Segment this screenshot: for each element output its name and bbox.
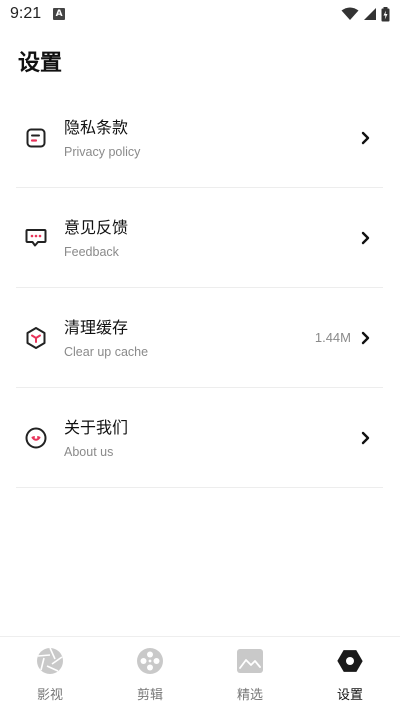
notification-badge: A: [53, 8, 66, 20]
row-subtitle: Feedback: [64, 244, 119, 259]
nav-label: 设置: [336, 688, 363, 703]
chevron-right-icon: [361, 231, 370, 244]
settings-row-feedback[interactable]: 意见反馈 Feedback: [16, 188, 383, 288]
row-title: 隐私条款: [64, 117, 129, 137]
settings-row-privacy[interactable]: 隐私条款 Privacy policy: [16, 88, 383, 188]
cache-size-value: 1.44M: [314, 330, 351, 345]
row-title: 意见反馈: [64, 217, 129, 237]
status-bar: 9:21 A: [0, 0, 400, 28]
settings-row-about[interactable]: 关于我们 About us: [16, 388, 383, 488]
nav-label: 影视: [36, 688, 63, 703]
bottom-nav: 影视 剪辑 精选 设置: [0, 636, 400, 711]
hexagon-settings-icon: [336, 647, 364, 675]
page-title: 设置: [18, 51, 63, 76]
chevron-right-icon: [361, 331, 370, 344]
row-title: 关于我们: [64, 417, 129, 437]
row-subtitle: About us: [64, 444, 114, 459]
settings-row-clear-cache[interactable]: 清理缓存 Clear up cache 1.44M: [16, 288, 383, 388]
cube-icon: [20, 322, 52, 354]
chevron-right-icon: [361, 131, 370, 144]
status-icons: [341, 6, 390, 22]
nav-item-settings[interactable]: 设置: [300, 637, 400, 711]
settings-screen: 9:21 A 设置 隐私条款 Privacy policy 意见反馈 Feedb…: [0, 0, 400, 711]
row-subtitle: Clear up cache: [64, 344, 149, 359]
nav-label: 剪辑: [136, 688, 163, 703]
wifi-icon: [341, 7, 359, 20]
document-icon: [20, 122, 52, 154]
image-icon: [236, 647, 264, 675]
nav-item-edit[interactable]: 剪辑: [100, 637, 200, 711]
film-reel-icon: [136, 647, 164, 675]
nav-item-movies[interactable]: 影视: [0, 637, 100, 711]
cell-signal-icon: [364, 8, 376, 20]
smile-icon: [20, 422, 52, 454]
row-title: 清理缓存: [64, 317, 129, 337]
chevron-right-icon: [361, 431, 370, 444]
chat-bubble-icon: [20, 222, 52, 254]
aperture-icon: [36, 647, 64, 675]
row-subtitle: Privacy policy: [64, 144, 141, 159]
battery-icon: [381, 6, 390, 21]
nav-label: 精选: [236, 688, 263, 703]
nav-item-featured[interactable]: 精选: [200, 637, 300, 711]
status-time: 9:21: [10, 5, 42, 22]
settings-list: 隐私条款 Privacy policy 意见反馈 Feedback 清理缓存 C…: [16, 88, 383, 488]
